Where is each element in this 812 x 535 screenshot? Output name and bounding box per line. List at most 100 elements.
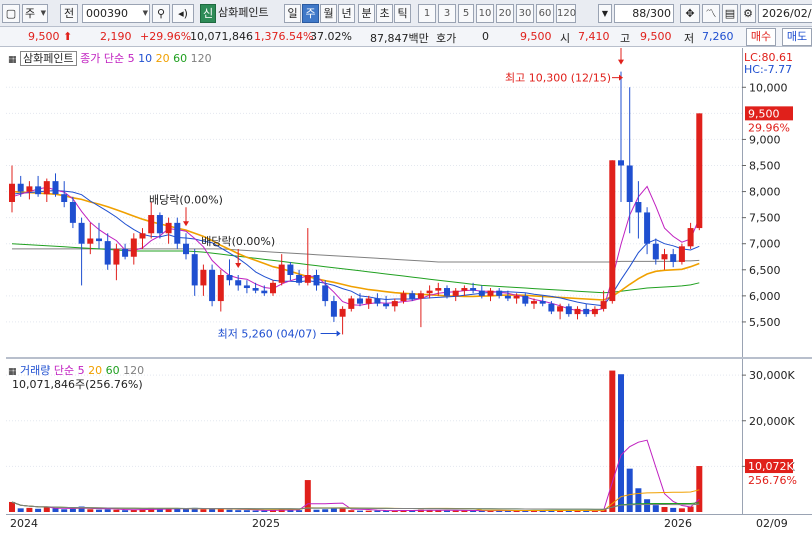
candle-body bbox=[400, 293, 407, 302]
candle-body bbox=[261, 290, 268, 294]
volume-bar bbox=[322, 509, 329, 512]
interval-button-0[interactable]: 1 bbox=[418, 4, 436, 23]
candle-body bbox=[652, 243, 659, 260]
volume-bar bbox=[43, 507, 50, 512]
period-tab-0[interactable]: 일 bbox=[284, 4, 301, 23]
candle-body bbox=[96, 238, 102, 242]
candle-body bbox=[661, 254, 668, 260]
candle-body bbox=[426, 290, 433, 294]
candle-body bbox=[522, 295, 529, 304]
y-tick-label: 8,500 bbox=[749, 160, 781, 173]
y-axis-svg: LC:80.61HC:-7.7710,0009,0008,5008,0007,5… bbox=[742, 48, 812, 514]
x-axis[interactable]: 2024 2025 2026 02/09 bbox=[6, 514, 812, 535]
interval-button-2[interactable]: 5 bbox=[458, 4, 474, 23]
interval-button-1[interactable]: 3 bbox=[438, 4, 456, 23]
new-badge[interactable]: 신 bbox=[200, 4, 216, 23]
volume-bar bbox=[96, 509, 102, 512]
volume-bar bbox=[243, 510, 250, 512]
candle-body bbox=[513, 295, 520, 299]
candle-body bbox=[574, 308, 581, 315]
volume-bar bbox=[609, 370, 616, 512]
candle-body bbox=[531, 301, 537, 304]
candle-body bbox=[104, 241, 111, 265]
sound-icon[interactable]: ◂) bbox=[172, 4, 194, 23]
volume-bar bbox=[252, 510, 259, 512]
turnover: 37.02% bbox=[310, 30, 352, 43]
price-chart-panel[interactable]: 최고 10,300 (12/15) 최저 5,260 (04/07) 배당락(0.0… bbox=[6, 32, 742, 356]
ma60-label: 60 bbox=[173, 52, 188, 65]
interval-button-6[interactable]: 60 bbox=[536, 4, 554, 23]
save-icon[interactable]: ▤ bbox=[722, 4, 738, 23]
panel-divider[interactable] bbox=[6, 357, 812, 359]
candle-body bbox=[87, 238, 94, 244]
search-icon[interactable]: ⚲ bbox=[152, 4, 170, 23]
candle-body bbox=[600, 301, 607, 309]
count-input[interactable]: 88/300 bbox=[614, 4, 674, 23]
candle-body bbox=[139, 233, 146, 239]
y-tick-label: 6,500 bbox=[749, 264, 781, 277]
volume-bar bbox=[17, 508, 24, 512]
period-tab-1[interactable]: 주 bbox=[302, 4, 319, 23]
min-annotation: 최저 5,260 (04/07) bbox=[218, 327, 317, 340]
open-label: 시 bbox=[560, 32, 571, 45]
low-label: 저 bbox=[684, 32, 695, 45]
chart-type-icon[interactable]: 〽 bbox=[702, 4, 720, 23]
crosshair-icon[interactable]: ✥ bbox=[680, 4, 700, 23]
period-tab-2[interactable]: 월 bbox=[320, 4, 337, 23]
stock-tag: 삼화페인트 bbox=[20, 51, 77, 66]
candle-body bbox=[383, 303, 390, 307]
interval-button-7[interactable]: 120 bbox=[556, 4, 576, 23]
interval-button-3[interactable]: 10 bbox=[476, 4, 494, 23]
period-tab-3[interactable]: 년 bbox=[338, 4, 355, 23]
candle-body bbox=[539, 301, 546, 304]
panel-toggle-icon[interactable]: ▦ bbox=[8, 55, 17, 65]
volume-bar bbox=[26, 507, 33, 512]
interval-dropdown-button[interactable]: ▼ bbox=[598, 4, 612, 23]
date-input[interactable]: 2026/02/0 bbox=[758, 4, 812, 23]
volume-y-tick-label: 30,000K bbox=[749, 369, 795, 382]
candle-body bbox=[357, 298, 363, 304]
y-tick-label: 8,000 bbox=[749, 186, 781, 199]
market-select[interactable]: 주 bbox=[22, 4, 48, 23]
price-chart[interactable]: 최고 10,300 (12/15) 최저 5,260 (04/07) 배당락(0.0… bbox=[6, 32, 742, 356]
ma20-label: 20 bbox=[155, 52, 170, 65]
candle-body bbox=[496, 290, 503, 296]
volume-bar bbox=[444, 510, 450, 512]
candle-body bbox=[583, 308, 590, 315]
settings-icon[interactable]: ⚙ bbox=[740, 4, 756, 23]
volume-bar bbox=[113, 509, 120, 512]
volume-bar bbox=[200, 509, 207, 512]
candle-body bbox=[61, 194, 68, 202]
volume-bar bbox=[348, 510, 355, 512]
stock-code-input[interactable]: 000390 bbox=[82, 4, 150, 23]
up-arrow-icon: ⬆ bbox=[63, 30, 73, 43]
period-tab-5[interactable]: 초 bbox=[376, 4, 393, 23]
candle-body bbox=[461, 288, 468, 291]
candle-body bbox=[296, 275, 303, 283]
period-tab-6[interactable]: 틱 bbox=[394, 4, 411, 23]
window-icon[interactable]: ▢ bbox=[2, 4, 20, 23]
prev-button[interactable]: 전 bbox=[60, 4, 78, 23]
candle-body bbox=[183, 243, 189, 255]
candle-body bbox=[687, 228, 694, 247]
candle-body bbox=[635, 202, 642, 213]
volume-bar bbox=[357, 510, 363, 512]
interval-button-5[interactable]: 30 bbox=[516, 4, 534, 23]
volume-bar bbox=[35, 508, 42, 512]
sell-button[interactable]: 매도 bbox=[782, 28, 812, 46]
y-axis[interactable]: LC:80.61 HC:-7.77 10,000 9,000 8,500 8,000 7,5… bbox=[742, 48, 812, 514]
period-tab-4[interactable]: 분 bbox=[358, 4, 375, 23]
candle-body bbox=[591, 308, 598, 315]
candle-body bbox=[69, 202, 76, 223]
low-value: 7,260 bbox=[702, 30, 734, 43]
candle-body bbox=[304, 275, 311, 283]
buy-button[interactable]: 매수 bbox=[746, 28, 776, 46]
current-volume-label: 10,072K bbox=[748, 460, 794, 473]
ma10-line bbox=[11, 189, 700, 307]
ask-price: 9,500 bbox=[520, 30, 552, 43]
interval-button-4[interactable]: 20 bbox=[496, 4, 514, 23]
y-tick-label: 10,000 bbox=[749, 81, 788, 94]
volume-bar bbox=[696, 466, 703, 512]
volume-bar bbox=[618, 374, 624, 512]
price-change: 2,190 bbox=[100, 30, 132, 43]
